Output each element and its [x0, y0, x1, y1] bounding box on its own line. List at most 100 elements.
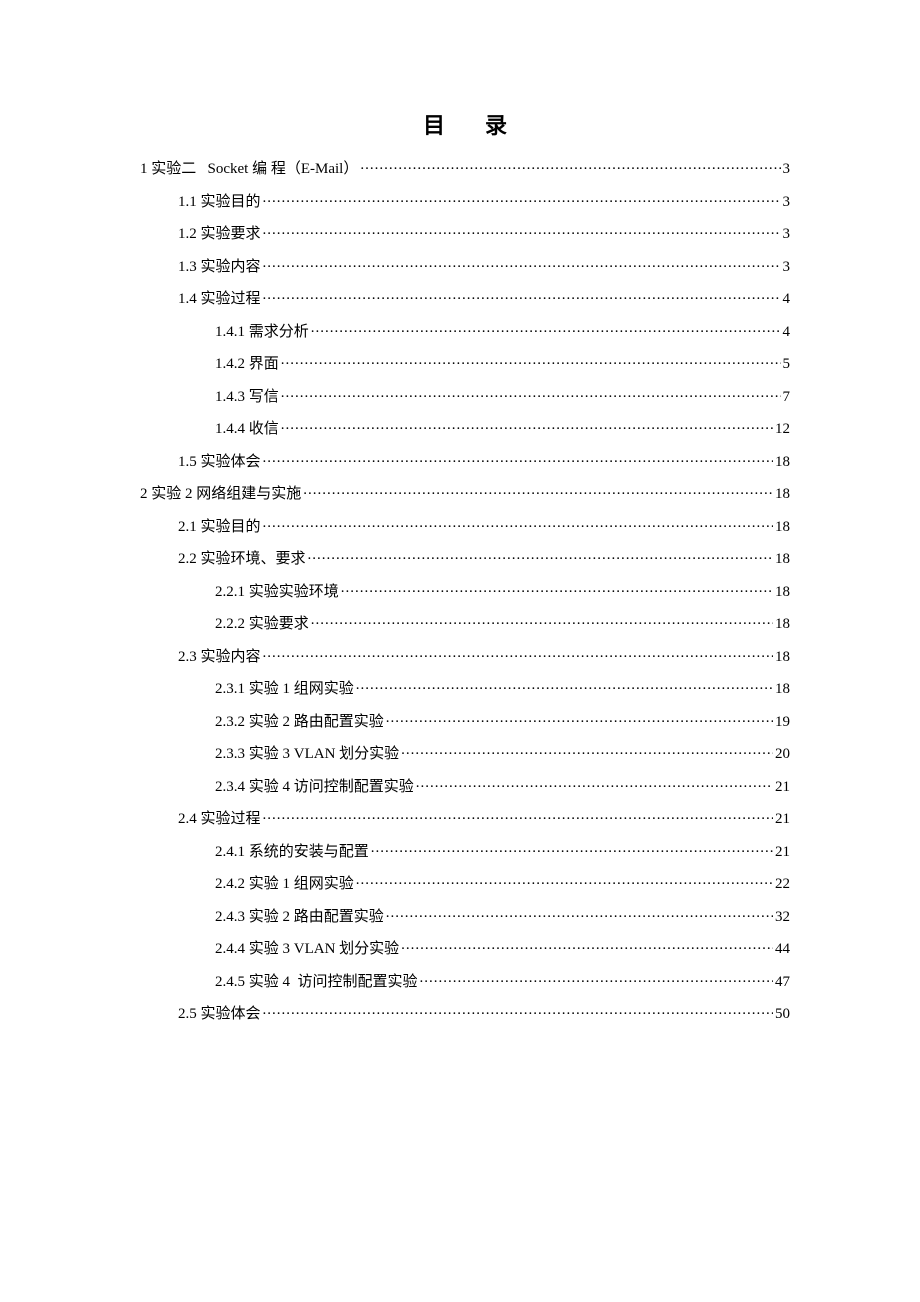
toc-entry-page: 5: [783, 357, 791, 372]
toc-entry: 2.2 实验环境、要求 18: [178, 548, 790, 567]
toc-entry-label: 2 实验 2 网络组建与实施: [140, 487, 301, 502]
toc-leader-dots: [311, 613, 773, 628]
toc-entry: 1.4.4 收信 12: [215, 418, 790, 437]
toc-entry-page: 19: [775, 715, 790, 730]
toc-entry-label: 1.3 实验内容: [178, 260, 261, 275]
toc-leader-dots: [386, 711, 773, 726]
toc-leader-dots: [281, 353, 781, 368]
toc-entry-page: 18: [775, 585, 790, 600]
toc-leader-dots: [281, 418, 773, 433]
toc-entry: 1.1 实验目的 3: [178, 191, 790, 210]
toc-leader-dots: [401, 938, 773, 953]
toc-entry-label: 1.4.3 写信: [215, 390, 279, 405]
toc-entry-page: 18: [775, 650, 790, 665]
toc-entry: 1.4 实验过程 4: [178, 288, 790, 307]
toc-entry-page: 21: [775, 812, 790, 827]
toc-entry: 2 实验 2 网络组建与实施18: [140, 483, 790, 502]
toc-leader-dots: [356, 873, 773, 888]
toc-leader-dots: [263, 516, 773, 531]
toc-entry: 2.3.3 实验 3 VLAN 划分实验20: [215, 743, 790, 762]
toc-entry-page: 12: [775, 422, 790, 437]
toc-entry-label: 2.2.2 实验要求: [215, 617, 309, 632]
toc-title: 目录: [140, 108, 790, 140]
toc-leader-dots: [356, 678, 773, 693]
toc-leader-dots: [263, 256, 781, 271]
toc-entry: 2.3 实验内容 18: [178, 646, 790, 665]
toc-entry-label: 1.4.1 需求分析: [215, 325, 309, 340]
toc-entry-label: 2.2.1 实验实验环境: [215, 585, 339, 600]
toc-entry-label: 1.4 实验过程: [178, 292, 261, 307]
toc-entry: 2.4.4 实验 3 VLAN 划分实验 44: [215, 938, 790, 957]
toc-entry: 2.4.1 系统的安装与配置21: [215, 841, 790, 860]
toc-entry: 1 实验二 Socket 编 程（E-Mail） 3: [140, 158, 790, 177]
toc-leader-dots: [416, 776, 773, 791]
toc-entry-label: 1 实验二 Socket 编 程（E-Mail）: [140, 162, 358, 177]
toc-entry-label: 2.2 实验环境、要求: [178, 552, 306, 567]
toc-entry-label: 1.5 实验体会: [178, 455, 261, 470]
toc-entry: 2.4.2 实验 1 组网实验 22: [215, 873, 790, 892]
toc-entry-label: 2.3 实验内容: [178, 650, 261, 665]
toc-entry: 2.3.1 实验 1 组网实验18: [215, 678, 790, 697]
toc-entry: 2.4 实验过程 21: [178, 808, 790, 827]
toc-entry-page: 18: [775, 617, 790, 632]
toc-entry: 1.3 实验内容3: [178, 256, 790, 275]
toc-entry: 1.4.1 需求分析 4: [215, 321, 790, 340]
toc-entry: 1.4.2 界面 5: [215, 353, 790, 372]
toc-entry: 1.2 实验要求 3: [178, 223, 790, 242]
toc-entry-page: 4: [783, 292, 791, 307]
toc-leader-dots: [311, 321, 781, 336]
toc-leader-dots: [360, 158, 780, 173]
toc-leader-dots: [263, 288, 781, 303]
toc-entry-page: 3: [783, 227, 791, 242]
toc-entry-page: 44: [775, 942, 790, 957]
toc-entry-label: 2.4.4 实验 3 VLAN 划分实验: [215, 942, 399, 957]
toc-entry-label: 2.3.3 实验 3 VLAN 划分实验: [215, 747, 399, 762]
toc-leader-dots: [371, 841, 773, 856]
toc-entry-label: 2.3.1 实验 1 组网实验: [215, 682, 354, 697]
document-page: 目录 1 实验二 Socket 编 程（E-Mail）31.1 实验目的31.2…: [0, 0, 920, 1022]
toc-entry: 1.5 实验体会 18: [178, 451, 790, 470]
toc-leader-dots: [263, 191, 781, 206]
toc-entry-page: 18: [775, 520, 790, 535]
toc-leader-dots: [420, 971, 773, 986]
toc-entry-page: 7: [783, 390, 791, 405]
toc-entry-page: 4: [783, 325, 791, 340]
toc-entry-label: 1.4.2 界面: [215, 357, 279, 372]
toc-entry: 2.2.2 实验要求 18: [215, 613, 790, 632]
toc-entry: 1.4.3 写信 7: [215, 386, 790, 405]
toc-entry-label: 2.4.2 实验 1 组网实验: [215, 877, 354, 892]
toc-entry-label: 1.2 实验要求: [178, 227, 261, 242]
toc-entry: 2.2.1 实验实验环境 18: [215, 581, 790, 600]
toc-entry-label: 2.4.3 实验 2 路由配置实验: [215, 910, 384, 925]
toc-entry-label: 1.1 实验目的: [178, 195, 261, 210]
toc-entry: 2.1 实验目的18: [178, 516, 790, 535]
toc-leader-dots: [263, 646, 773, 661]
toc-leader-dots: [303, 483, 773, 498]
toc-entry: 2.5 实验体会50: [178, 1003, 790, 1022]
toc-entry-page: 21: [775, 780, 790, 795]
toc-entry-page: 3: [783, 162, 791, 177]
toc-entry-page: 47: [775, 975, 790, 990]
toc-entry: 2.4.3 实验 2 路由配置实验 32: [215, 906, 790, 925]
toc-entry-page: 18: [775, 552, 790, 567]
toc-entry-label: 2.4.1 系统的安装与配置: [215, 845, 369, 860]
table-of-contents: 1 实验二 Socket 编 程（E-Mail）31.1 实验目的31.2 实验…: [140, 158, 790, 1022]
toc-leader-dots: [281, 386, 781, 401]
toc-entry-label: 2.5 实验体会: [178, 1007, 261, 1022]
toc-entry-page: 18: [775, 455, 790, 470]
toc-entry-label: 2.4.5 实验 4 访问控制配置实验: [215, 975, 418, 990]
toc-entry: 2.3.2 实验 2 路由配置实验 19: [215, 711, 790, 730]
toc-entry: 2.3.4 实验 4 访问控制配置实验 21: [215, 776, 790, 795]
toc-entry-label: 2.3.2 实验 2 路由配置实验: [215, 715, 384, 730]
toc-leader-dots: [308, 548, 773, 563]
toc-entry-label: 2.3.4 实验 4 访问控制配置实验: [215, 780, 414, 795]
toc-entry-label: 1.4.4 收信: [215, 422, 279, 437]
toc-leader-dots: [263, 1003, 773, 1018]
toc-entry-page: 22: [775, 877, 790, 892]
toc-leader-dots: [263, 808, 773, 823]
toc-leader-dots: [263, 451, 773, 466]
toc-entry-page: 3: [783, 195, 791, 210]
toc-leader-dots: [401, 743, 773, 758]
toc-entry-label: 2.4 实验过程: [178, 812, 261, 827]
toc-entry-page: 32: [775, 910, 790, 925]
